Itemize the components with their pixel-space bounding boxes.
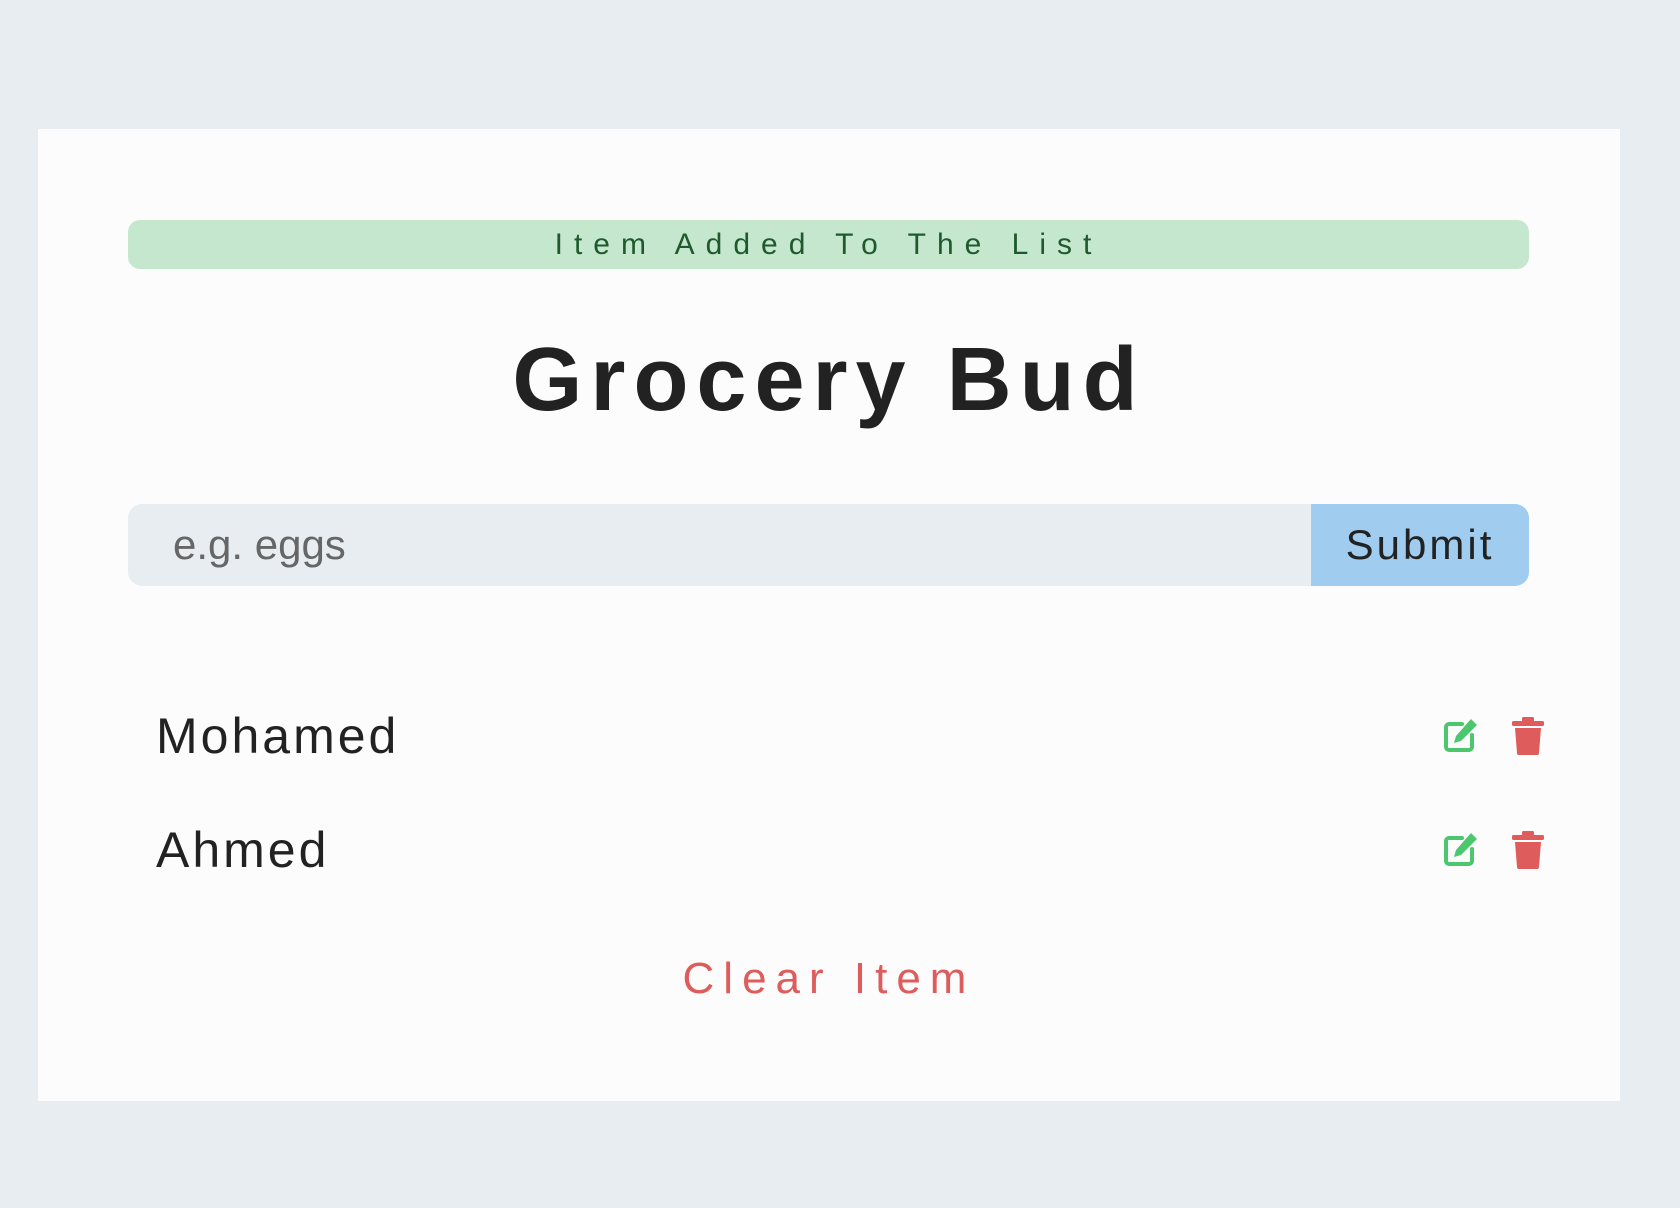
grocery-form: Submit — [128, 504, 1529, 586]
alert-banner: Item Added To The List — [128, 220, 1529, 269]
clear-items-button[interactable]: Clear Item — [38, 954, 1620, 1004]
edit-icon[interactable] — [1440, 830, 1480, 870]
trash-icon[interactable] — [1508, 716, 1548, 756]
item-name: Mohamed — [156, 708, 400, 764]
alert-text: Item Added To The List — [554, 227, 1103, 261]
item-actions — [1440, 716, 1548, 756]
grocery-list: Mohamed Ahmed — [156, 679, 1548, 907]
list-item: Mohamed — [156, 679, 1548, 793]
item-input[interactable] — [128, 504, 1311, 586]
page-title: Grocery Bud — [512, 330, 1146, 430]
submit-button[interactable]: Submit — [1311, 504, 1529, 586]
grocery-card: Item Added To The List Grocery Bud Submi… — [38, 129, 1620, 1101]
list-item: Ahmed — [156, 793, 1548, 907]
item-actions — [1440, 830, 1548, 870]
trash-icon[interactable] — [1508, 830, 1548, 870]
edit-icon[interactable] — [1440, 716, 1480, 756]
item-name: Ahmed — [156, 822, 330, 878]
